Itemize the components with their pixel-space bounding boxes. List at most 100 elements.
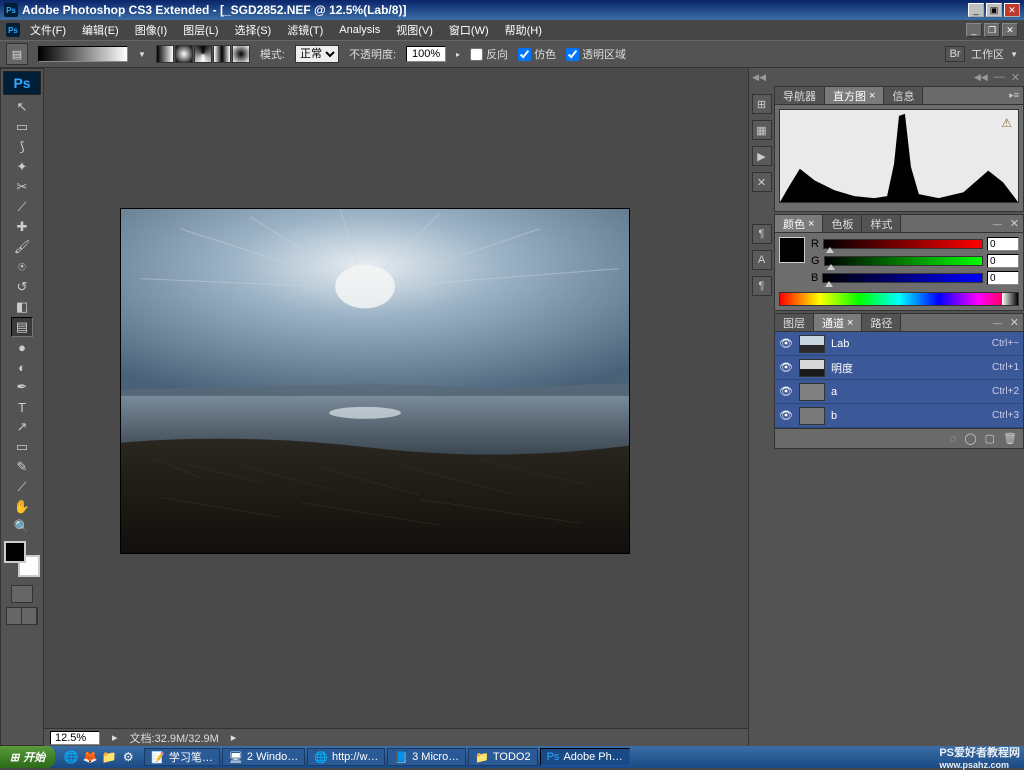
doc-restore-button[interactable]: ❐: [984, 23, 1000, 37]
brush-tool[interactable]: 🖌: [11, 237, 33, 257]
load-selection-icon[interactable]: ◌: [950, 433, 957, 445]
dock-collapse-icon[interactable]: ◀◀: [974, 72, 988, 83]
menu-layer[interactable]: 图层(L): [177, 20, 224, 40]
zoom-arrow-icon[interactable]: ▸: [112, 731, 118, 744]
bridge-icon[interactable]: Br: [945, 46, 965, 62]
hand-tool[interactable]: ✋: [11, 497, 33, 517]
panel-minimize-icon[interactable]: —: [989, 318, 1006, 328]
channel-row[interactable]: 👁LabCtrl+~: [775, 332, 1023, 356]
collapse-arrows-icon[interactable]: ◀◀: [752, 72, 766, 83]
reflected-gradient-button[interactable]: [213, 45, 231, 63]
panel-close-icon[interactable]: ✕: [1006, 316, 1023, 329]
zoom-tool[interactable]: 🔍: [11, 517, 33, 537]
panel-minimize-icon[interactable]: —: [989, 219, 1006, 229]
b-input[interactable]: [987, 271, 1019, 285]
opacity-input[interactable]: [406, 46, 446, 62]
strip-btn-6[interactable]: A: [752, 250, 772, 270]
move-tool[interactable]: ↖: [11, 97, 33, 117]
strip-btn-2[interactable]: ▦: [752, 120, 772, 140]
blur-tool[interactable]: ●: [11, 337, 33, 357]
tab-info[interactable]: 信息: [884, 87, 923, 104]
tab-histogram[interactable]: 直方图 ×: [825, 87, 884, 104]
screenmode-toggle[interactable]: [6, 607, 38, 625]
crop-tool[interactable]: ✂: [11, 177, 33, 197]
save-selection-icon[interactable]: ◯: [964, 432, 976, 445]
ql-ie-icon[interactable]: 🌐: [63, 749, 79, 765]
menu-file[interactable]: 文件(F): [24, 20, 72, 40]
panel-close-icon[interactable]: ✕: [1006, 217, 1023, 230]
g-input[interactable]: [987, 254, 1019, 268]
visibility-icon[interactable]: 👁: [779, 361, 793, 374]
g-slider[interactable]: [824, 256, 983, 266]
ql-app-icon[interactable]: 📁: [101, 749, 117, 765]
color-swatch[interactable]: [779, 237, 805, 263]
type-tool[interactable]: T: [11, 397, 33, 417]
mode-select[interactable]: 正常: [295, 45, 339, 63]
tab-channels[interactable]: 通道 ×: [814, 314, 862, 331]
task-item[interactable]: 📝学习笔…: [144, 748, 220, 766]
eraser-tool[interactable]: ◧: [11, 297, 33, 317]
dock-minimize-icon[interactable]: —: [994, 71, 1005, 83]
tab-swatches[interactable]: 色板: [823, 215, 862, 232]
close-button[interactable]: ✕: [1004, 3, 1020, 17]
tab-navigator[interactable]: 导航器: [775, 87, 825, 104]
history-brush-tool[interactable]: ↺: [11, 277, 33, 297]
dock-close-icon[interactable]: ✕: [1011, 71, 1020, 84]
menu-view[interactable]: 视图(V): [390, 20, 439, 40]
opacity-arrow[interactable]: ▸: [456, 50, 460, 59]
task-item[interactable]: 🖥2 Windo…: [222, 748, 305, 766]
angle-gradient-button[interactable]: [194, 45, 212, 63]
task-item[interactable]: 🌐http://w…: [307, 748, 385, 766]
quickmask-toggle[interactable]: [11, 585, 33, 603]
path-tool[interactable]: ↗: [11, 417, 33, 437]
gradient-tool[interactable]: ▤: [11, 317, 33, 337]
menu-edit[interactable]: 编辑(E): [76, 20, 125, 40]
spectrum-bar[interactable]: [779, 292, 1019, 306]
tab-color[interactable]: 颜色 ×: [775, 215, 823, 232]
heal-tool[interactable]: ✚: [11, 217, 33, 237]
new-channel-icon[interactable]: ▢: [985, 432, 995, 445]
menu-image[interactable]: 图像(I): [129, 20, 173, 40]
reverse-checkbox[interactable]: 反向: [470, 46, 508, 62]
visibility-icon[interactable]: 👁: [779, 337, 793, 350]
strip-btn-3[interactable]: ▶: [752, 146, 772, 166]
menu-analysis[interactable]: Analysis: [333, 22, 386, 38]
visibility-icon[interactable]: 👁: [779, 409, 793, 422]
ql-firefox-icon[interactable]: 🦊: [82, 749, 98, 765]
ql-app2-icon[interactable]: ⚙: [120, 749, 136, 765]
canvas-area[interactable]: [44, 68, 748, 746]
lasso-tool[interactable]: ⟆: [11, 137, 33, 157]
slice-tool[interactable]: ⟋: [11, 197, 33, 217]
dither-checkbox[interactable]: 仿色: [518, 46, 556, 62]
color-swatches[interactable]: [4, 541, 40, 577]
doc-close-button[interactable]: ✕: [1002, 23, 1018, 37]
pen-tool[interactable]: ✒: [11, 377, 33, 397]
diamond-gradient-button[interactable]: [232, 45, 250, 63]
foreground-color[interactable]: [4, 541, 26, 563]
channel-row[interactable]: 👁bCtrl+3: [775, 404, 1023, 428]
gradient-picker-arrow[interactable]: ▼: [138, 50, 146, 59]
menu-help[interactable]: 帮助(H): [499, 20, 548, 40]
shape-tool[interactable]: ▭: [11, 437, 33, 457]
r-input[interactable]: [987, 237, 1019, 251]
stamp-tool[interactable]: ⍟: [11, 257, 33, 277]
strip-btn-5[interactable]: ¶: [752, 224, 772, 244]
notes-tool[interactable]: ✎: [11, 457, 33, 477]
radial-gradient-button[interactable]: [175, 45, 193, 63]
transparency-checkbox[interactable]: 透明区域: [566, 46, 626, 62]
wand-tool[interactable]: ✦: [11, 157, 33, 177]
workspace-label[interactable]: 工作区: [971, 46, 1004, 62]
document-canvas[interactable]: [120, 208, 630, 554]
workspace-arrow[interactable]: ▼: [1010, 50, 1018, 59]
marquee-tool[interactable]: ▭: [11, 117, 33, 137]
tab-layers[interactable]: 图层: [775, 314, 814, 331]
delete-channel-icon[interactable]: 🗑: [1003, 432, 1017, 445]
strip-btn-1[interactable]: ⊞: [752, 94, 772, 114]
maximize-button[interactable]: ▣: [986, 3, 1002, 17]
task-item[interactable]: 📁TODO2: [468, 748, 537, 766]
tab-paths[interactable]: 路径: [862, 314, 901, 331]
menu-filter[interactable]: 滤镜(T): [281, 20, 329, 40]
menu-select[interactable]: 选择(S): [229, 20, 278, 40]
doc-arrow-icon[interactable]: ▸: [231, 731, 237, 744]
visibility-icon[interactable]: 👁: [779, 385, 793, 398]
